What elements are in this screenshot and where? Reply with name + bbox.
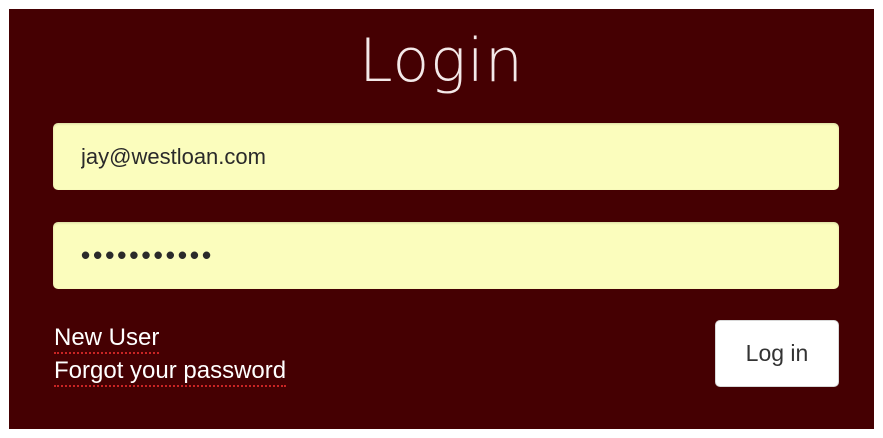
login-panel: Login New User Forgot your password Log … [9,9,874,429]
forgot-password-link[interactable]: Forgot your password [54,356,287,387]
login-button[interactable]: Log in [715,320,839,387]
email-field[interactable] [53,123,839,190]
page-title: Login [359,26,524,96]
password-field[interactable] [53,222,839,289]
account-links: New User Forgot your password [54,323,287,389]
new-user-link[interactable]: New User [54,323,160,354]
